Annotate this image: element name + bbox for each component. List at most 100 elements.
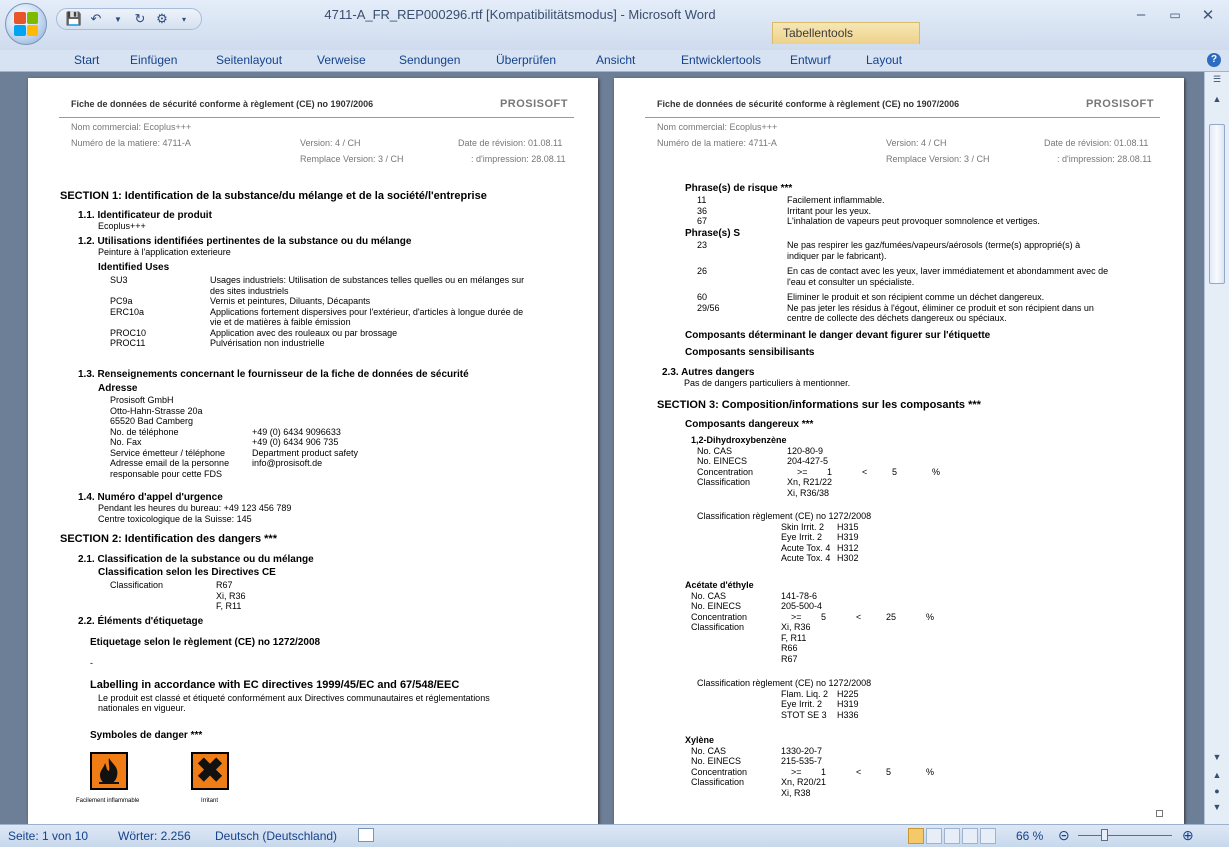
section-1-heading: SECTION 1: Identification de la substanc… <box>60 190 487 202</box>
help-icon[interactable]: ? <box>1207 53 1221 67</box>
use-text: Vernis et peintures, Diluants, Décapants <box>210 296 371 306</box>
material-number: Numéro de la matiere: 4711-A <box>657 138 777 148</box>
quick-access-toolbar: 💾 ↶ ▼ ↻ ⚙ ▾ <box>56 8 202 30</box>
zoom-slider[interactable] <box>1078 835 1172 836</box>
identified-uses-label: Identified Uses <box>98 262 170 273</box>
use-code: SU3 <box>110 275 128 285</box>
dropdown-icon[interactable]: ▼ <box>109 15 127 24</box>
use-code: PROC10 <box>110 327 147 338</box>
revision-date: Date de révision: 01.08.11 <box>1044 138 1149 148</box>
office-button[interactable] <box>5 3 47 45</box>
prosisoft-logo: PROSISOFT <box>499 98 568 110</box>
zoom-slider-thumb[interactable] <box>1101 829 1108 841</box>
sensitising-components-heading: Composants sensibilisants <box>685 347 815 358</box>
use-text: Application avec des rouleaux ou par bro… <box>210 327 398 338</box>
tab-entwurf[interactable]: Entwurf <box>790 53 831 67</box>
contact-key: No. de téléphone <box>110 426 179 437</box>
version: Version: 4 / CH <box>886 138 947 148</box>
select-browse-object-icon[interactable]: ● <box>1208 786 1226 802</box>
tab-start[interactable]: Start <box>74 53 99 67</box>
contact-key: Adresse email de la personne <box>110 458 230 468</box>
address-line: Otto-Hahn-Strasse 20a <box>110 405 203 416</box>
use-text: des sites industriels <box>210 285 289 296</box>
substance-name: 1,2-Dihydroxybenzène <box>691 435 787 445</box>
minimize-icon[interactable]: – <box>1126 6 1156 23</box>
customize-icon[interactable]: ⚙ <box>153 11 171 27</box>
section-1-3-heading: 1.3. Renseignements concernant le fourni… <box>78 369 469 380</box>
scroll-up-icon[interactable]: ▲ <box>1208 94 1226 110</box>
contact-value: Department product safety <box>252 447 359 458</box>
prosisoft-logo: PROSISOFT <box>1085 98 1154 110</box>
contact-key: Service émetteur / téléphone <box>110 447 226 458</box>
section-2-3-heading: 2.3. Autres dangers <box>662 367 755 378</box>
section-1-2-heading: 1.2. Utilisations identifiées pertinente… <box>78 236 412 247</box>
tab-layout[interactable]: Layout <box>866 53 902 67</box>
document-area[interactable]: Fiche de données de sécurité conforme à … <box>0 72 1204 824</box>
header-title: Fiche de données de sécurité conforme à … <box>71 99 374 109</box>
close-icon[interactable]: ✕ <box>1193 6 1223 24</box>
use-text: Applications fortement dispersives pour … <box>210 306 524 317</box>
tab-entwicklertools[interactable]: Entwicklertools <box>681 53 761 67</box>
zoom-level[interactable]: 66 % <box>1016 829 1043 843</box>
contact-key: responsable pour cette FDS <box>110 468 223 479</box>
qat-menu-icon[interactable]: ▾ <box>175 15 193 24</box>
tab-einfuegen[interactable]: Einfügen <box>130 53 177 67</box>
context-tab-title: Tabellentools <box>772 22 920 44</box>
outline-view-icon[interactable] <box>962 828 978 844</box>
web-layout-icon[interactable] <box>944 828 960 844</box>
tab-seitenlayout[interactable]: Seitenlayout <box>216 53 282 67</box>
scroll-thumb[interactable] <box>1209 124 1225 284</box>
determining-components-heading: Composants déterminant le danger devant … <box>685 330 991 341</box>
section-3-heading: SECTION 3: Composition/informations sur … <box>657 399 981 411</box>
contact-value: +49 (0) 6434 9096633 <box>252 426 341 437</box>
tab-sendungen[interactable]: Sendungen <box>399 53 460 67</box>
substance-block: Acétate d'éthyle No. CAS 141-78-6 No. EIN… <box>685 580 935 720</box>
status-page[interactable]: Seite: 1 von 10 <box>8 829 88 843</box>
section-2-1-heading: 2.1. Classification de la substance ou d… <box>78 554 314 565</box>
prev-page-icon[interactable]: ▲ <box>1208 770 1226 786</box>
use-code <box>110 317 210 328</box>
replaces-version: Remplace Version: 3 / CH <box>886 154 990 164</box>
zoom-out-icon[interactable]: ⊝ <box>1058 827 1070 844</box>
save-icon[interactable]: 💾 <box>65 11 83 27</box>
redo-icon[interactable]: ↻ <box>131 11 149 27</box>
section-2-heading: SECTION 2: Identification des dangers **… <box>60 533 277 545</box>
full-screen-reading-icon[interactable] <box>926 828 942 844</box>
next-page-icon[interactable]: ▼ <box>1208 802 1226 818</box>
risk-phrases-heading: Phrase(s) de risque *** <box>685 183 793 194</box>
section-1-1-heading: 1.1. Identificateur de produit <box>78 210 212 221</box>
section-2-3-value: Pas de dangers particuliers à mentionner… <box>684 378 851 388</box>
status-words[interactable]: Wörter: 2.256 <box>118 829 191 843</box>
tab-verweise[interactable]: Verweise <box>317 53 366 67</box>
restore-icon[interactable]: ▭ <box>1160 8 1190 22</box>
page-header: Fiche de données de sécurité conforme à … <box>59 90 574 118</box>
irritant-x-icon: ✖ <box>191 752 229 790</box>
print-date: : d'impression: 28.08.11 <box>471 154 566 164</box>
tab-ansicht[interactable]: Ansicht <box>596 53 635 67</box>
draft-view-icon[interactable] <box>980 828 996 844</box>
hazard-symbols-heading: Symboles de danger *** <box>90 730 203 741</box>
office-logo-icon <box>14 12 38 36</box>
print-layout-view-icon[interactable] <box>908 828 924 844</box>
use-text: Pulvérisation non industrielle <box>210 338 325 348</box>
address-block: Prosisoft GmbH Otto-Hahn-Strasse 20a 655… <box>110 395 358 479</box>
page-1: Fiche de données de sécurité conforme à … <box>28 78 598 824</box>
use-code <box>110 286 210 297</box>
status-language[interactable]: Deutsch (Deutschland) <box>215 829 337 843</box>
hazard-label-flammable: Facilement inflammable <box>76 798 140 804</box>
classification-values: R67 Xi, R36 F, R11 <box>216 580 246 611</box>
zoom-in-icon[interactable]: ⊕ <box>1182 827 1194 844</box>
substance-name: Acétate d'éthyle <box>685 580 754 590</box>
scroll-down-icon[interactable]: ▼ <box>1208 752 1226 768</box>
hazardous-components-heading: Composants dangereux *** <box>685 419 814 430</box>
vertical-scrollbar[interactable]: ☰ ▲ ▼ ▲ ● ▼ <box>1204 72 1229 824</box>
macro-record-icon[interactable] <box>358 828 374 842</box>
use-text: vie et de matières à faible émission <box>210 317 351 327</box>
ruler-toggle-icon[interactable]: ☰ <box>1208 74 1226 90</box>
material-number: Numéro de la matiere: 4711-A <box>71 138 191 148</box>
undo-icon[interactable]: ↶ <box>87 11 105 27</box>
tab-ueberpruefen[interactable]: Überprüfen <box>496 53 556 67</box>
uses-table: SU3 Usages industriels: Utilisation de su… <box>110 275 524 349</box>
version: Version: 4 / CH <box>300 138 361 148</box>
substance-name: Xylène <box>685 735 715 745</box>
